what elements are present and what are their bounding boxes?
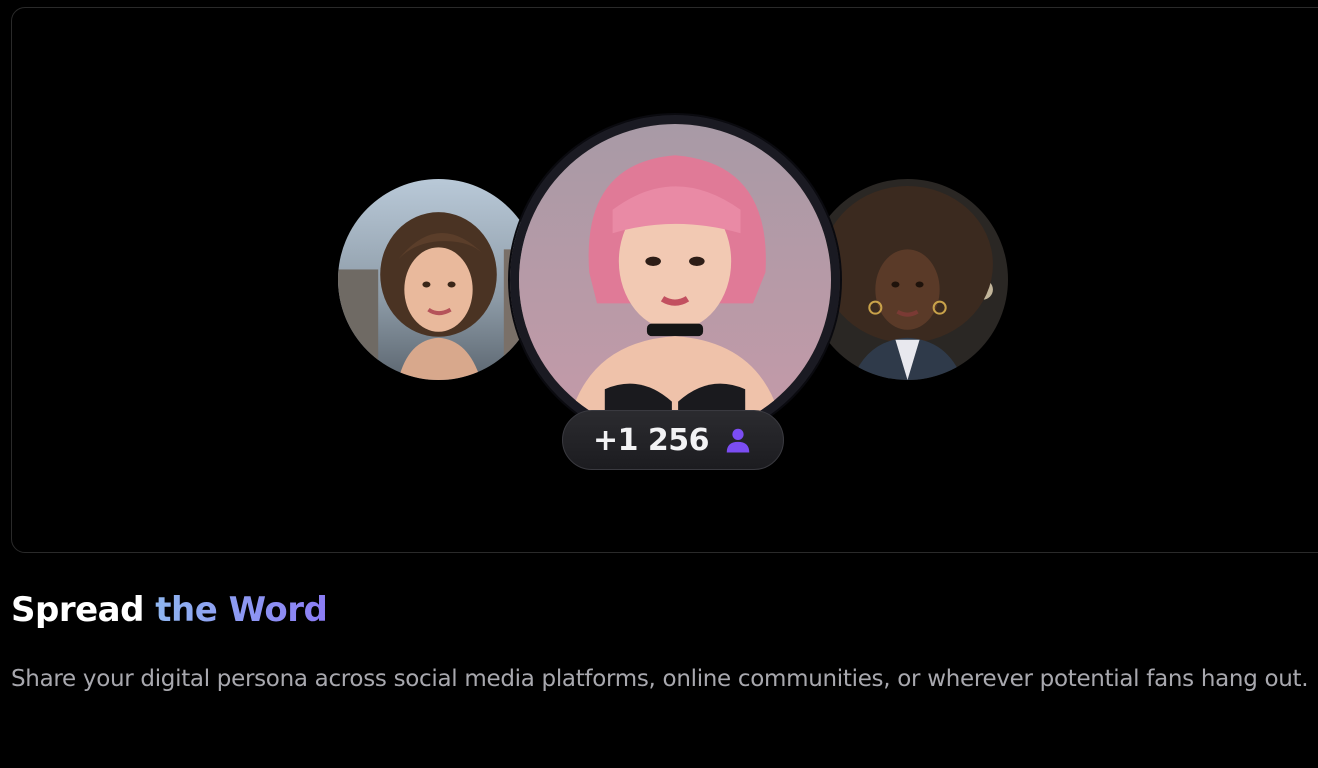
member-count-badge: +1 256 <box>562 410 784 470</box>
avatar-left-image <box>338 179 539 380</box>
avatar-center-image <box>519 124 831 436</box>
user-icon-svg <box>726 428 750 453</box>
section-description: Share your digital persona across social… <box>11 666 1309 692</box>
section-title-primary: Spread <box>11 590 144 630</box>
avatar-center <box>510 115 840 445</box>
section-title-accent: the Word <box>155 590 328 630</box>
avatar-left <box>338 179 539 380</box>
user-icon <box>723 425 753 455</box>
member-count-label: +1 256 <box>592 422 710 458</box>
section-title: Spread the Word <box>11 590 328 630</box>
